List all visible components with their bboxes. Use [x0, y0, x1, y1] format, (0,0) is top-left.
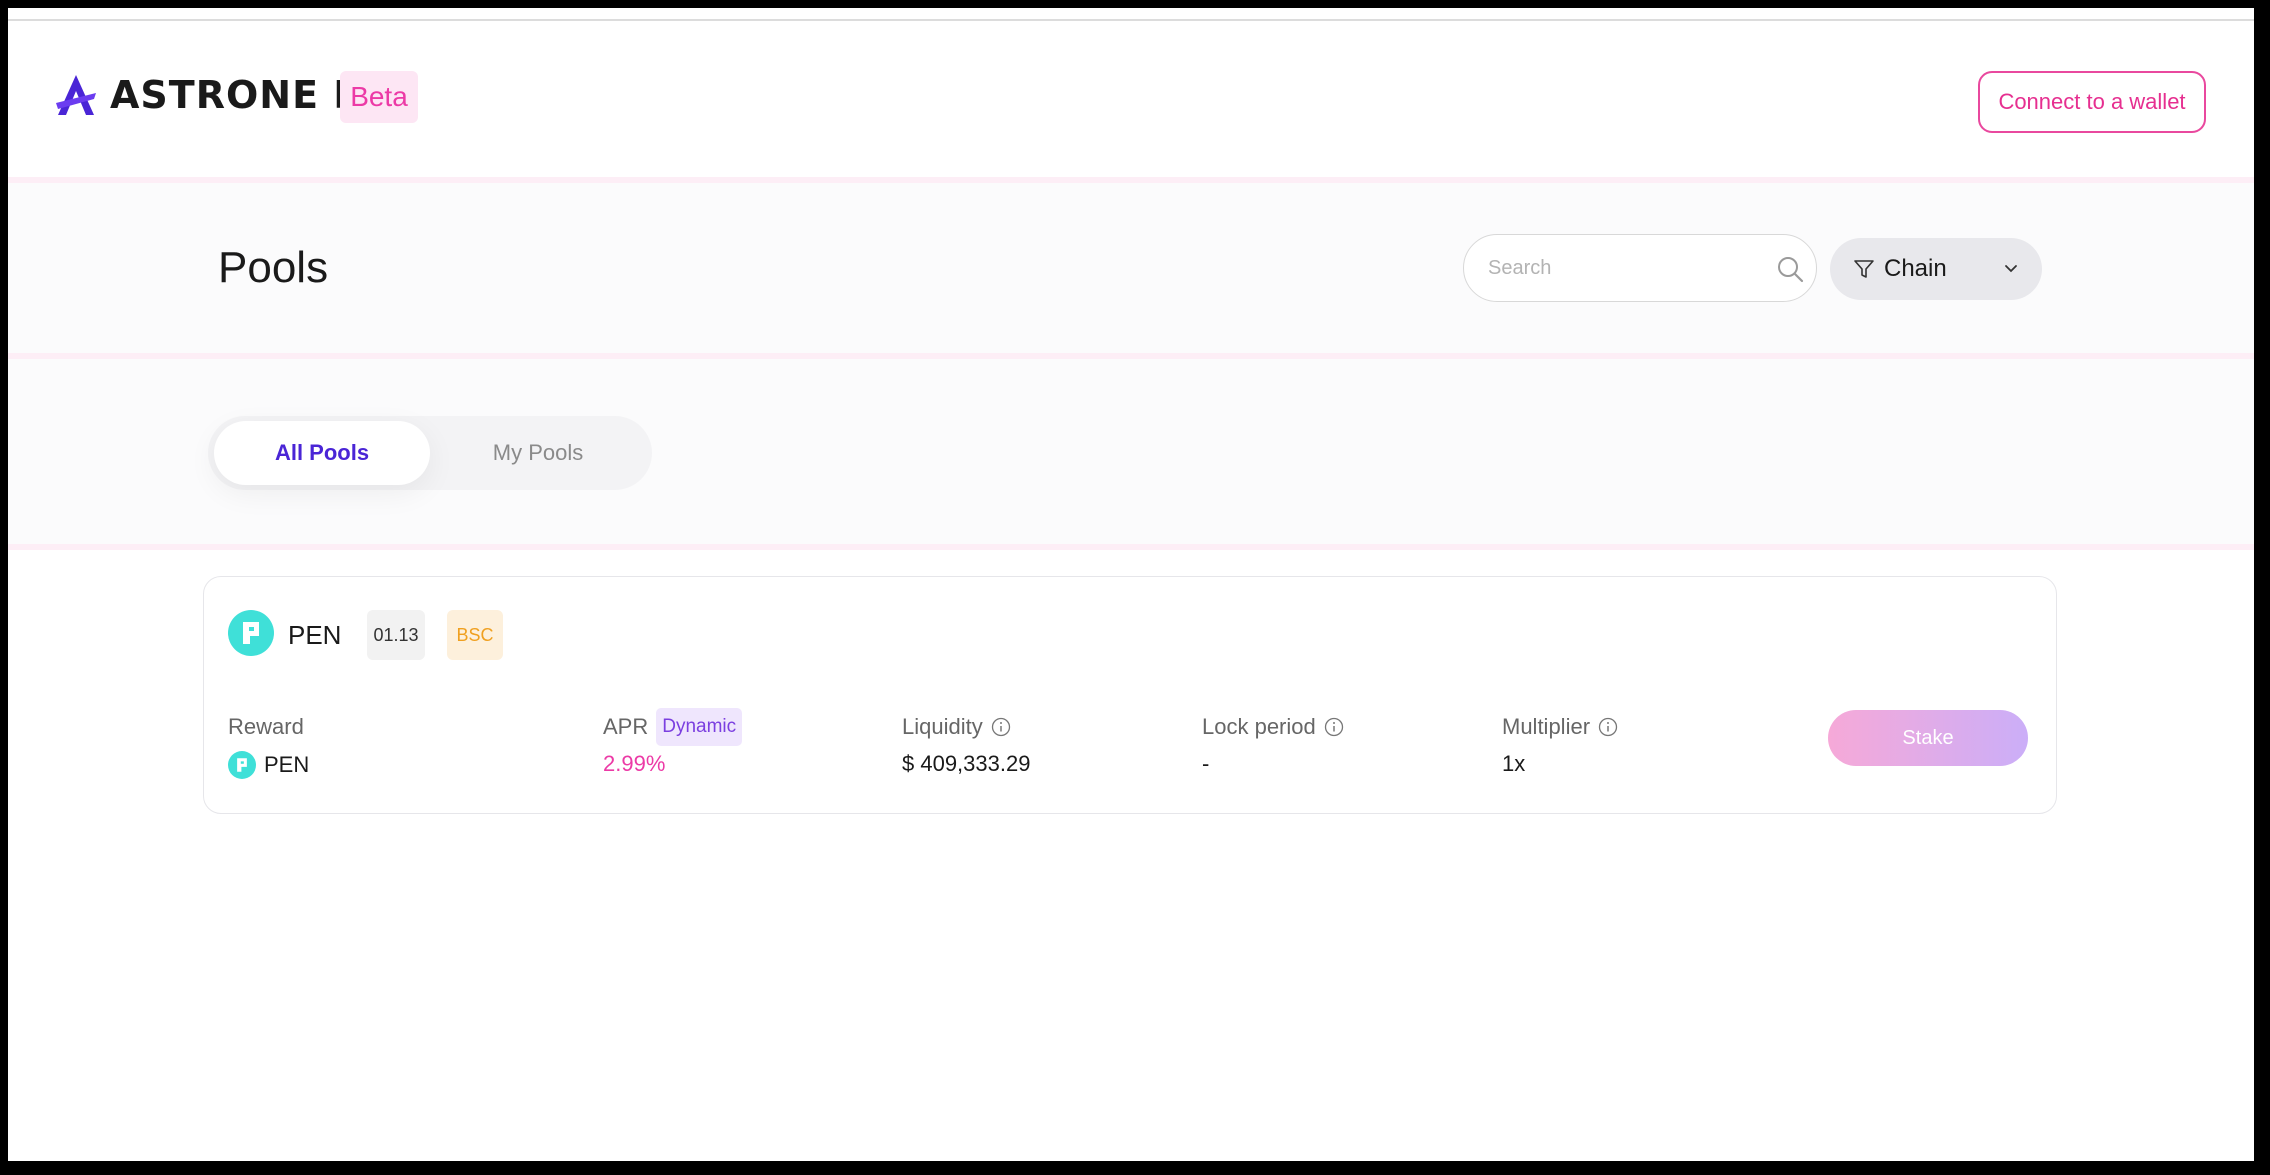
filter-icon [1854, 260, 1874, 278]
info-icon[interactable] [991, 717, 1011, 737]
apr-value: 2.99% [603, 751, 666, 776]
liquidity-label: Liquidity [902, 714, 983, 739]
divider [8, 544, 2254, 550]
pools-toolbar: Pools Chain [8, 183, 2254, 353]
multiplier-value: 1x [1502, 751, 1526, 776]
logo-text: ASTRONE Fi [110, 73, 375, 117]
logo[interactable]: ASTRONE Fi [52, 71, 374, 119]
stake-button[interactable]: Stake [1828, 710, 2028, 766]
multiplier-label: Multiplier [1502, 714, 1591, 739]
reward-token: PEN [264, 752, 310, 777]
lock-period-value: - [1202, 751, 1210, 776]
multiplier-column: Multiplier 1x [1502, 709, 1618, 777]
dynamic-badge: Dynamic [656, 708, 743, 746]
liquidity-column: Liquidity $ 409,333.29 [902, 709, 1030, 777]
connect-wallet-button[interactable]: Connect to a wallet [1978, 71, 2206, 133]
version-badge: 01.13 [367, 610, 425, 660]
header: ASTRONE Fi Beta Connect to a wallet [8, 21, 2254, 177]
apr-label: APR [603, 714, 649, 739]
pool-tabs: All Pools My Pools [208, 416, 652, 490]
pool-card: PEN 01.13 BSC Reward PEN APR Dynamic 2.9… [203, 576, 2057, 814]
pen-token-icon [228, 610, 274, 656]
page-title: Pools [218, 243, 329, 292]
lock-period-column: Lock period - [1202, 709, 1344, 777]
tab-all-pools[interactable]: All Pools [214, 421, 430, 485]
liquidity-value: $ 409,333.29 [902, 751, 1031, 776]
search-input[interactable] [1486, 235, 1760, 301]
beta-badge: Beta [340, 71, 418, 123]
search-box[interactable] [1463, 234, 1817, 302]
tab-my-pools[interactable]: My Pools [430, 421, 646, 485]
chain-filter-dropdown[interactable]: Chain [1830, 238, 2042, 300]
reward-value: PEN [228, 751, 309, 779]
reward-label: Reward [228, 714, 304, 739]
app-window: ASTRONE Fi Beta Connect to a wallet Pool… [8, 8, 2254, 1161]
chevron-down-icon [2005, 265, 2017, 273]
info-icon[interactable] [1324, 717, 1344, 737]
pen-token-icon [228, 751, 256, 779]
astrone-logo-icon [56, 75, 96, 115]
apr-column: APR Dynamic 2.99% [603, 708, 743, 777]
lock-period-label: Lock period [1202, 714, 1316, 739]
search-icon[interactable] [1776, 255, 1804, 283]
pool-token-name: PEN [288, 620, 342, 650]
chain-badge: BSC [447, 610, 503, 660]
reward-column: Reward PEN [228, 709, 309, 779]
chain-filter-label: Chain [1884, 255, 1947, 282]
tabs-band: All Pools My Pools [8, 359, 2254, 544]
info-icon[interactable] [1598, 717, 1618, 737]
